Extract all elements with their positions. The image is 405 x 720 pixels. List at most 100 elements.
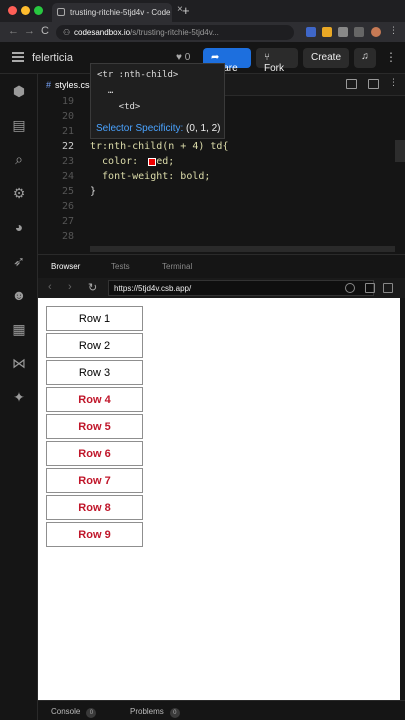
vscode-icon[interactable]: ⋈ [10, 354, 28, 372]
line-text: font-weight: bold; [90, 171, 211, 182]
bottom-panel-tabs: Console 0 Problems 0 [38, 700, 405, 720]
table-cell: Row 6 [46, 441, 143, 466]
tab-tests[interactable]: Tests [111, 262, 130, 271]
github-icon[interactable]: ◕ [10, 218, 28, 236]
minimize-window-icon[interactable] [21, 6, 30, 15]
browser-tab[interactable]: trusting-ritchie-5tjd4v - Code [52, 3, 172, 22]
live-users-icon[interactable]: ☻ [10, 286, 28, 304]
back-arrow-icon[interactable]: ← [8, 25, 19, 37]
preview-layout-icon[interactable] [383, 283, 393, 293]
files-icon[interactable]: ▤ [10, 116, 28, 134]
line-number: 24 [61, 171, 74, 182]
fork-button[interactable]: ⑂ Fork [256, 48, 298, 74]
code-line: 26 [38, 201, 405, 216]
line-number: 28 [61, 231, 74, 242]
line-text: } [90, 186, 97, 197]
extension-shield-icon[interactable] [306, 27, 316, 37]
table-cell: Row 9 [46, 522, 143, 547]
problems-label: Problems [130, 707, 164, 716]
omnibox-input[interactable]: ⚇ codesandbox.io/s/trusting-ritchie-5tjd… [56, 25, 294, 40]
table-cell: Row 2 [46, 333, 143, 358]
preview-reload-icon[interactable]: ↻ [88, 281, 97, 294]
line-number: 21 [61, 126, 74, 137]
preview-url-input[interactable]: https://5tjd4v.csb.app/ [108, 280, 374, 296]
code-line: 27 [38, 216, 405, 231]
ai-sparkle-icon[interactable]: ✦ [10, 388, 28, 406]
sidebar-panel-icon[interactable] [354, 27, 364, 37]
editor-horizontal-scrollbar[interactable] [90, 246, 395, 252]
specificity-link[interactable]: Selector Specificity: (0, 1, 2) [96, 123, 221, 134]
table-row: Row 4 [46, 387, 143, 412]
site-info-icon[interactable]: ⚇ [63, 28, 70, 37]
deploy-rocket-icon[interactable]: ➶ [10, 252, 28, 270]
color-swatch[interactable] [148, 158, 156, 166]
table-cell: Row 3 [46, 360, 143, 385]
table-row: Row 5 [46, 414, 143, 439]
new-tab-button[interactable]: + [182, 3, 190, 18]
line-number: 27 [61, 216, 74, 227]
tab-console[interactable]: Console 0 [51, 707, 97, 718]
line-number: 23 [61, 156, 74, 167]
project-name[interactable]: felerticia [32, 52, 73, 64]
close-window-icon[interactable] [8, 6, 17, 15]
code-line: 25 } [38, 186, 405, 201]
code-line: 28 [38, 231, 405, 246]
line-number: 19 [61, 96, 74, 107]
preview-forward-icon[interactable]: › [68, 281, 72, 293]
more-options-icon[interactable]: ⋮ [385, 50, 397, 64]
reload-icon[interactable]: C [41, 25, 49, 37]
css-file-icon: # [46, 80, 52, 90]
editor-vertical-scrollbar[interactable] [395, 140, 405, 162]
browser-tab-title: trusting-ritchie-5tjd4v - Code [70, 8, 171, 17]
code-line-font-weight: 24 font-weight: bold; [38, 171, 405, 186]
editor-more-icon[interactable]: ⋮ [389, 77, 400, 87]
browser-address-bar: ← → C ⚇ codesandbox.io/s/trusting-ritchi… [0, 22, 405, 42]
notifications-bell-icon[interactable]: ♫ [354, 48, 376, 68]
search-icon[interactable]: ⌕ [10, 150, 28, 168]
preview-toggle-icon[interactable] [368, 79, 379, 89]
docker-icon[interactable]: ▦ [10, 320, 28, 338]
table-row: Row 2 [46, 333, 143, 358]
browser-menu-icon[interactable]: ⋮ [389, 25, 398, 35]
extensions-puzzle-icon[interactable] [338, 27, 348, 37]
table-row: Row 8 [46, 495, 143, 520]
specificity-label: Selector Specificity: [96, 123, 184, 134]
tab-browser[interactable]: Browser [51, 262, 80, 271]
settings-gear-icon[interactable]: ⚙ [10, 184, 28, 202]
open-new-window-icon[interactable] [365, 283, 375, 293]
devtools-icon[interactable] [345, 283, 355, 293]
console-label: Console [51, 707, 81, 716]
tooltip-line: <tr :nth-child> [97, 70, 179, 80]
line-number: 26 [61, 201, 74, 212]
codesandbox-favicon-icon [57, 8, 65, 16]
tab-problems[interactable]: Problems 0 [130, 707, 180, 718]
table-row: Row 6 [46, 441, 143, 466]
selector-specificity-tooltip: <tr :nth-child> … <td> Selector Specific… [90, 63, 225, 139]
maximize-window-icon[interactable] [34, 6, 43, 15]
table-cell: Row 1 [46, 306, 143, 331]
preview-scrollbar[interactable] [400, 298, 405, 700]
line-text: tr:nth-child(n + 4) td{ [90, 141, 229, 152]
line-text: color: red; [90, 156, 175, 167]
project-cube-icon[interactable]: ⬢ [10, 82, 28, 100]
like-count[interactable]: ♥ 0 [176, 52, 190, 63]
create-button[interactable]: Create [303, 48, 349, 68]
menu-icon[interactable] [12, 52, 24, 62]
table-cell: Row 8 [46, 495, 143, 520]
console-count-badge: 0 [86, 708, 97, 718]
preview-back-icon[interactable]: ‹ [48, 281, 52, 293]
forward-arrow-icon[interactable]: → [24, 25, 35, 37]
tab-terminal[interactable]: Terminal [162, 262, 192, 271]
split-editor-icon[interactable] [346, 79, 357, 89]
preview-address-bar: ‹ › ↻ https://5tjd4v.csb.app/ [38, 278, 405, 298]
profile-avatar[interactable] [371, 27, 381, 37]
tooltip-line: … [97, 86, 114, 96]
preview-tab-bar: Browser Tests Terminal [38, 254, 405, 278]
preview-frame: Row 1 Row 2 Row 3 Row 4 Row 5 Row 6 Row 7 Row 8… [38, 298, 400, 700]
extension-color-icon[interactable] [322, 27, 332, 37]
activity-bar: ⬢ ▤ ⌕ ⚙ ◕ ➶ ☻ ▦ ⋈ ✦ [0, 74, 38, 720]
url-host: codesandbox.io [74, 28, 131, 37]
table-row: Row 3 [46, 360, 143, 385]
table-cell: Row 4 [46, 387, 143, 412]
url-path: /s/trusting-ritchie-5tjd4v... [130, 28, 219, 37]
